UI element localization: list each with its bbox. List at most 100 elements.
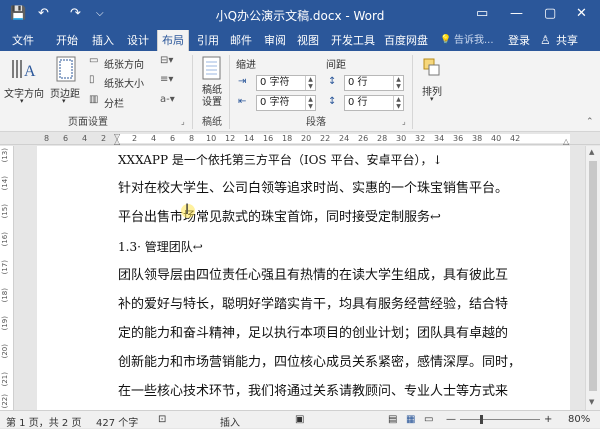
tab-view[interactable]: 视图 [297,33,319,48]
word-count[interactable]: 427 个字 [96,414,138,429]
scrollbar-thumb[interactable] [589,161,597,391]
indent-right-input[interactable]: 0 字符 ▲ ▼ [256,95,316,111]
zoom-slider[interactable] [460,419,540,420]
spacing-after-spinner-icon[interactable]: ▲ ▼ [393,96,403,110]
vertical-ruler[interactable]: (13) (14) (15) (16) (17) (18) (19) (20) … [0,146,14,410]
document-heading[interactable]: 1.3· 管理团队↩ [118,239,203,255]
web-layout-icon[interactable]: ▭ [424,414,433,425]
proofing-icon[interactable]: ⊡ [158,414,166,425]
size-icon[interactable]: ▯ [89,74,95,85]
ruler-number: 20 [301,134,312,143]
text-direction-button[interactable]: 文字方向 [4,85,44,100]
paragraph-launcher-icon[interactable]: ⌟ [402,117,406,126]
user-icon: ♙ [540,33,551,47]
draft-paper-icon[interactable] [201,56,223,82]
document-line[interactable]: 团队领导层由四位责任心强且有热情的在读大学生组成，具有彼此互 [118,268,508,284]
margins-icon[interactable] [54,56,78,82]
zoom-out-button[interactable]: — [446,414,456,425]
print-layout-icon[interactable]: ▦ [406,414,415,425]
document-line[interactable]: 平台出售市场常见款式的珠宝首饰，同时接受定制服务↩ [118,210,441,226]
ruler-number: 12 [225,134,236,143]
spacing-header: 间距 [326,60,346,71]
indent-right-spinner-icon[interactable]: ▲ ▼ [305,96,315,110]
tab-baidu-netdisk[interactable]: 百度网盘 [384,33,428,48]
restore-button[interactable]: ▢ [544,6,556,21]
vruler-number: (21) [1,372,9,387]
arrange-dropdown-icon[interactable]: ▾ [430,95,434,103]
margins-dropdown-icon[interactable]: ▾ [62,97,66,105]
page-count[interactable]: 第 1 页，共 2 页 [6,414,81,429]
document-line[interactable]: 补的爱好与特长，聪明好学踏实肯干，均具有服务经营经验，结合特 [118,297,508,313]
tab-review[interactable]: 审阅 [264,33,286,48]
zoom-in-button[interactable]: + [544,414,552,425]
orientation-icon[interactable]: ▭ [89,55,98,66]
size-button[interactable]: 纸张大小 [104,75,144,90]
sign-in-link[interactable]: 登录 [508,33,530,48]
horizontal-ruler[interactable]: 8 6 4 2 2 4 6 8 10 12 14 16 18 20 22 24 … [0,132,600,146]
read-mode-icon[interactable]: ▤ [388,414,397,425]
indent-left-spinner-icon[interactable]: ▲ ▼ [305,76,315,90]
vruler-number: (14) [1,176,9,191]
collapse-ribbon-icon[interactable]: ⌃ [586,117,594,127]
tab-mailings[interactable]: 邮件 [230,33,252,48]
ribbon-display-options-icon[interactable]: ▭ [476,6,488,21]
orientation-button[interactable]: 纸张方向 [104,56,144,71]
document-line[interactable]: 创新能力和市场营销能力，四位核心成员关系紧密，感情深厚。同时， [118,355,521,371]
columns-icon[interactable]: ▥ [89,94,98,105]
tab-references[interactable]: 引用 [197,33,219,48]
hyphenation-icon[interactable]: a-▾ [160,94,175,105]
tell-me-search[interactable]: 告诉我... [454,33,494,48]
ruler-number: 40 [491,134,502,143]
spacing-before-input[interactable]: 0 行 ▲ ▼ [344,75,404,91]
macro-icon[interactable]: ▣ [295,414,304,425]
vertical-scrollbar[interactable]: ▲ ▼ [585,146,600,410]
document-line[interactable]: 定的能力和奋斗精神，足以执行本项目的创业计划；团队具有卓越的 [118,326,508,342]
share-button[interactable]: 共享 [556,33,578,48]
close-button[interactable]: ✕ [576,6,587,21]
ribbon-tabs: 文件 开始 插入 设计 布局 引用 邮件 审阅 视图 开发工具 百度网盘 💡 告… [0,30,600,51]
ruler-number: 26 [358,134,369,143]
scroll-down-icon[interactable]: ▼ [589,398,594,406]
document-line[interactable]: XXXAPP 是一个依托第三方平台（IOS 平台、安卓平台），↓ [118,152,443,168]
spacing-after-input[interactable]: 0 行 ▲ ▼ [344,95,404,111]
vruler-number: (20) [1,344,9,359]
vruler-number: (16) [1,232,9,247]
ruler-number: 2 [101,134,107,143]
tab-insert[interactable]: 插入 [92,33,114,48]
tab-developer[interactable]: 开发工具 [331,33,375,48]
ruler-number: 2 [132,134,138,143]
tab-layout[interactable]: 布局 [157,30,189,51]
breaks-icon[interactable]: ⊟▾ [160,55,173,66]
zoom-slider-thumb[interactable] [480,415,483,424]
ruler-number: 8 [189,134,195,143]
indent-left-input[interactable]: 0 字符 ▲ ▼ [256,75,316,91]
draft-settings-button[interactable]: 稿纸 设置 [202,85,222,109]
document-line[interactable]: 针对在校大学生、公司白领等追求时尚、实惠的一个珠宝销售平台。 [118,181,508,197]
text-direction-icon[interactable]: A [10,56,38,82]
columns-button[interactable]: 分栏 [104,95,124,110]
indent-left-icon: ⇥ [238,76,247,87]
document-area[interactable]: XXXAPP 是一个依托第三方平台（IOS 平台、安卓平台），↓ 针对在校大学生… [15,146,585,410]
spacing-before-spinner-icon[interactable]: ▲ ▼ [393,76,403,90]
zoom-level[interactable]: 80% [568,414,590,425]
arrange-icon[interactable] [421,56,443,80]
ruler-number: 4 [82,134,88,143]
ruler-number: 34 [434,134,445,143]
insert-mode[interactable]: 插入 [220,414,240,429]
tab-home[interactable]: 开始 [56,33,78,48]
left-indent-marker[interactable]: △ [114,137,120,146]
line-numbers-icon[interactable]: ≡▾ [160,74,173,85]
tab-file[interactable]: 文件 [12,33,34,48]
vruler-number: (13) [1,148,9,163]
vruler-number: (22) [1,394,9,409]
page-setup-launcher-icon[interactable]: ⌟ [181,117,185,126]
tab-design[interactable]: 设计 [127,33,149,48]
text-direction-dropdown-icon[interactable]: ▾ [20,97,24,105]
scroll-up-icon[interactable]: ▲ [589,148,594,156]
ruler-number: 10 [206,134,217,143]
ruler-number: 22 [320,134,331,143]
document-page[interactable]: XXXAPP 是一个依托第三方平台（IOS 平台、安卓平台），↓ 针对在校大学生… [37,146,570,410]
minimize-button[interactable]: — [510,6,523,21]
right-indent-marker[interactable]: △ [563,137,569,146]
document-line[interactable]: 在一些核心技术环节，我们将通过关系请教顾问、专业人士等方式来 [118,384,508,400]
